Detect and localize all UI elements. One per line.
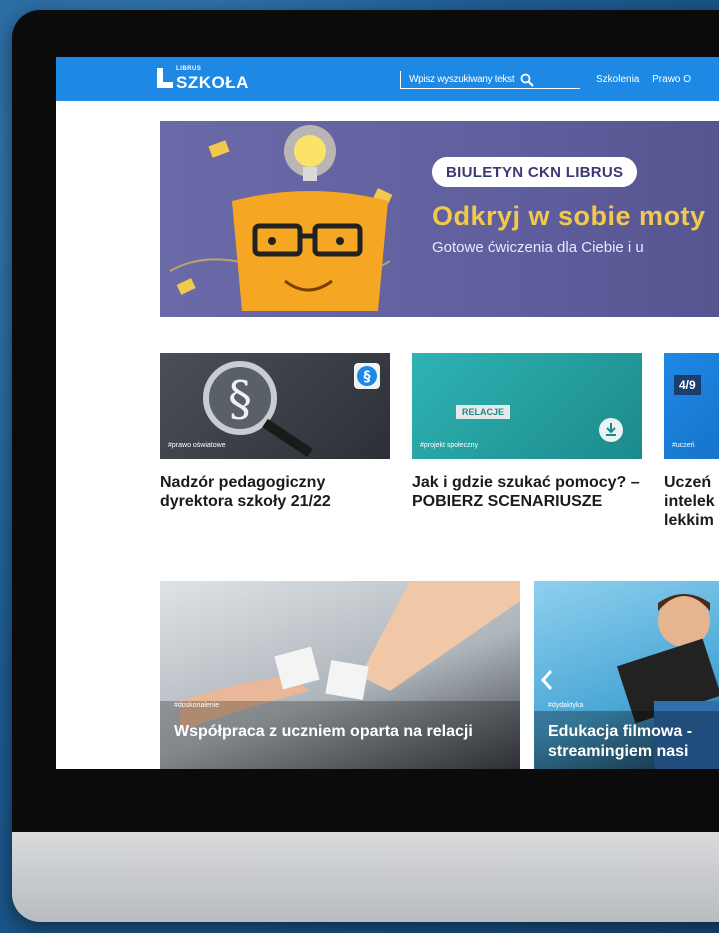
monitor-chin [12,832,719,922]
article-card[interactable]: RELACJE #projekt społeczny Jak i gdzie s… [412,353,642,511]
thumb-label: 4/9 [674,375,701,395]
browser-screen: LIBRUS SZKOŁA Wpisz wyszukiwany tekst Sz… [56,57,719,769]
featured-article-tile[interactable]: #doskonalenie Współpraca z uczniem opart… [160,581,520,769]
banner-subline: Gotowe ćwiczenia dla Ciebie i u [432,239,644,256]
article-card[interactable]: § § #prawo oświatowe Nadzór pedagogiczny… [160,353,390,511]
chevron-left-icon[interactable] [540,669,554,691]
search-placeholder: Wpisz wyszukiwany tekst [409,74,515,85]
newsletter-banner[interactable]: BIULETYN CKN LIBRUS Odkryj w sobie moty … [160,121,719,317]
article-title[interactable]: Nadzór pedagogiczny dyrektora szkoły 21/… [160,473,390,511]
search-icon[interactable] [520,73,535,87]
svg-text:§: § [364,369,371,385]
lightbulb-head-illustration [169,125,393,311]
nav-links: Szkolenia Prawo O [596,74,701,85]
logo-big-text: SZKOŁA [176,73,249,92]
tile-title[interactable]: Współpraca z uczniem oparta na relacji [174,723,473,741]
tile-tag[interactable]: #doskonalenie [174,702,219,709]
article-tag[interactable]: #projekt społeczny [420,442,478,449]
article-card[interactable]: 4/9 #uczeń Uczeń intelek lekkim [664,353,719,530]
tile-tag[interactable]: #dydaktyka [548,702,583,709]
logo-mark-icon [157,68,173,88]
nav-link-prawo[interactable]: Prawo O [652,74,691,85]
article-thumbnail[interactable]: RELACJE #projekt społeczny [412,353,642,459]
featured-article-tile[interactable]: #dydaktyka Edukacja filmowa - streamingi… [534,581,719,769]
article-tag[interactable]: #uczeń [672,442,695,449]
article-title[interactable]: Jak i gdzie szukać pomocy? – POBIERZ SCE… [412,473,642,511]
svg-text:§: § [228,371,252,427]
search-input[interactable]: Wpisz wyszukiwany tekst [400,71,580,89]
download-icon[interactable] [598,417,624,443]
article-title[interactable]: Uczeń intelek lekkim [664,473,716,530]
law-badge-icon: § [354,363,380,389]
top-navbar: LIBRUS SZKOŁA Wpisz wyszukiwany tekst Sz… [56,57,719,101]
article-tag[interactable]: #prawo oświatowe [168,442,226,449]
nav-link-szkolenia[interactable]: Szkolenia [596,74,639,85]
tile-title[interactable]: Edukacja filmowa - [548,723,692,741]
article-thumbnail[interactable]: 4/9 #uczeń [664,353,719,459]
logo-small-text: LIBRUS [176,66,202,72]
thumb-label: RELACJE [456,405,511,419]
tile-title-line2[interactable]: streamingiem nasi [548,743,689,761]
banner-chip: BIULETYN CKN LIBRUS [432,157,638,187]
banner-headline: Odkryj w sobie moty [432,201,706,231]
article-thumbnail[interactable]: § § #prawo oświatowe [160,353,390,459]
